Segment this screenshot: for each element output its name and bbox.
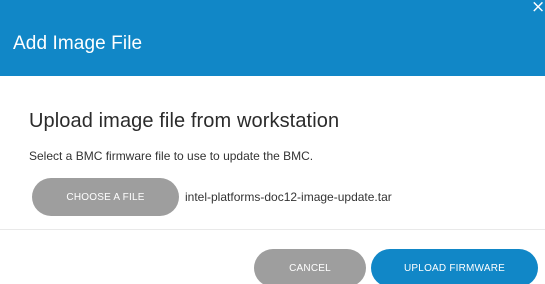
- upload-firmware-button[interactable]: UPLOAD FIRMWARE: [371, 249, 538, 284]
- upload-description: Select a BMC firmware file to use to upd…: [29, 149, 314, 163]
- dialog-header: Add Image File ×: [0, 0, 545, 76]
- upload-section-heading: Upload image file from workstation: [29, 110, 340, 132]
- cancel-button[interactable]: CANCEL: [254, 249, 366, 284]
- choose-file-button[interactable]: CHOOSE A FILE: [32, 178, 179, 216]
- footer-divider: [0, 229, 545, 230]
- dialog-title: Add Image File: [13, 33, 143, 54]
- add-image-file-dialog: Add Image File × Upload image file from …: [0, 0, 545, 284]
- selected-file-name: intel-platforms-doc12-image-update.tar: [185, 190, 392, 204]
- close-icon[interactable]: ×: [531, 0, 545, 16]
